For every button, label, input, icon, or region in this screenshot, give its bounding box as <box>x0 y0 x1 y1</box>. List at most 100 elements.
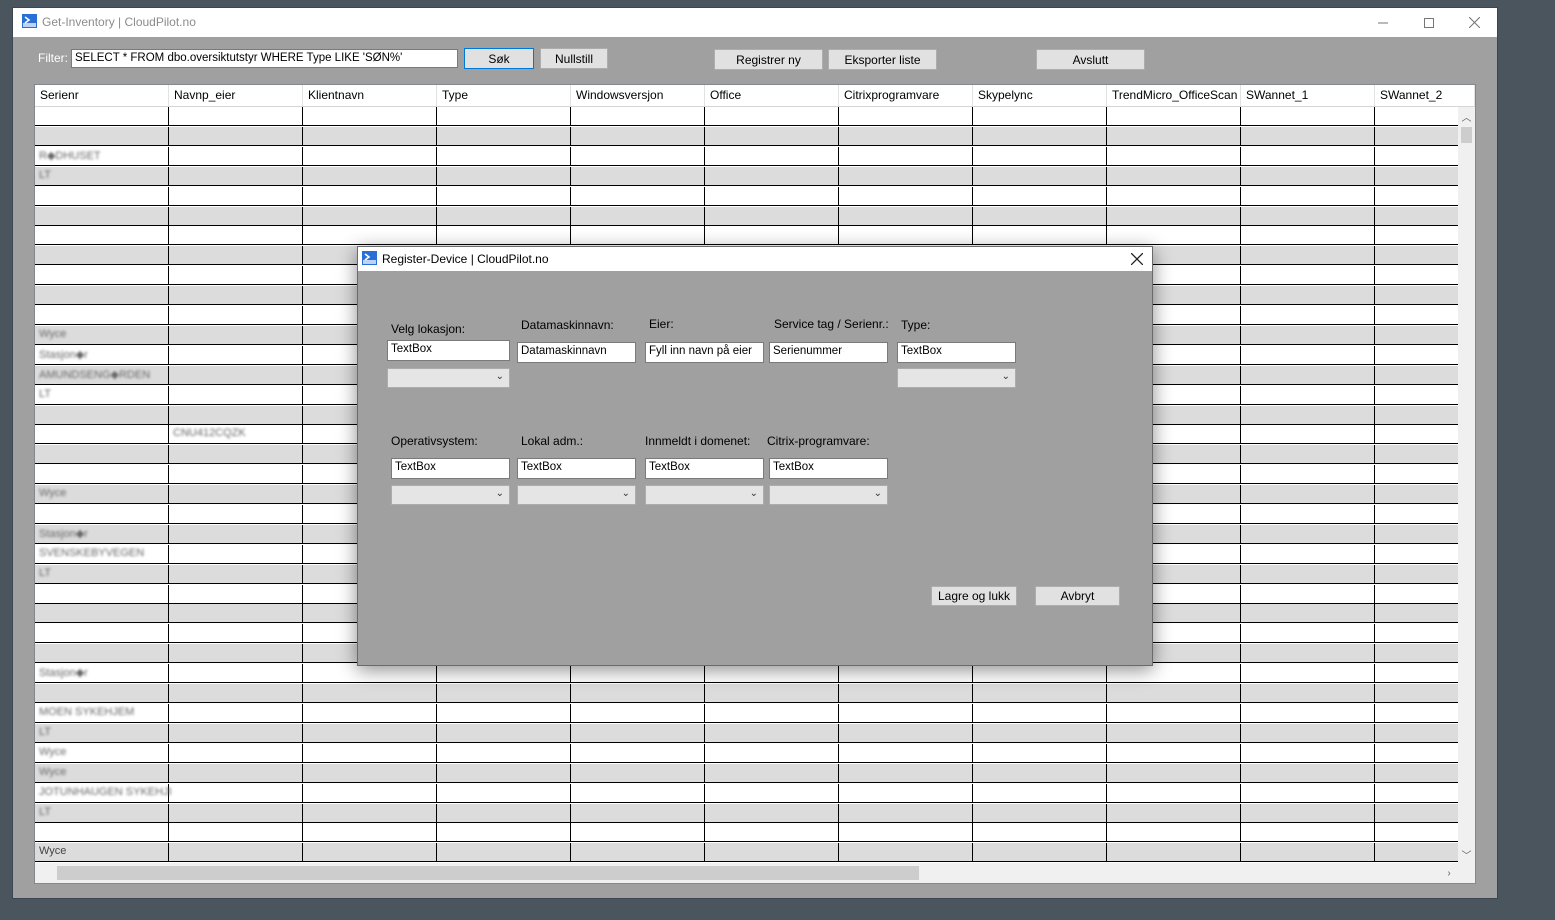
table-cell[interactable] <box>35 187 169 206</box>
type-input[interactable]: TextBox <box>897 342 1016 363</box>
table-row[interactable]: LT <box>35 167 1458 186</box>
table-cell[interactable] <box>1375 286 1458 305</box>
table-cell[interactable] <box>839 764 973 783</box>
table-row[interactable]: Wyce <box>35 764 1458 783</box>
table-cell[interactable] <box>705 664 839 683</box>
table-row[interactable]: JOTUNHAUGEN SYKEHJI <box>35 784 1458 803</box>
table-cell[interactable] <box>169 107 303 126</box>
table-cell[interactable] <box>1375 226 1458 245</box>
table-cell[interactable] <box>1241 585 1375 604</box>
table-cell[interactable] <box>1241 604 1375 623</box>
table-cell[interactable]: LT <box>35 565 169 584</box>
table-cell[interactable] <box>1107 207 1241 226</box>
table-cell[interactable] <box>1375 445 1458 464</box>
table-cell[interactable] <box>839 823 973 842</box>
table-cell[interactable] <box>437 167 571 186</box>
table-cell[interactable] <box>1241 167 1375 186</box>
vertical-scroll-thumb[interactable] <box>1461 127 1472 143</box>
table-cell[interactable] <box>1241 286 1375 305</box>
table-row[interactable] <box>35 127 1458 146</box>
table-cell[interactable]: MOEN SYKEHJEM <box>35 704 169 723</box>
table-cell[interactable] <box>303 107 437 126</box>
vertical-scrollbar[interactable]: ︿ ﹀ <box>1458 107 1475 863</box>
column-header[interactable]: TrendMicro_OfficeScan <box>1107 85 1241 107</box>
table-cell[interactable] <box>1241 485 1375 504</box>
table-cell[interactable] <box>1107 226 1241 245</box>
table-cell[interactable] <box>35 465 169 484</box>
owner-input[interactable]: Fyll inn navn på eier <box>645 342 764 363</box>
table-cell[interactable] <box>705 167 839 186</box>
table-cell[interactable] <box>1241 843 1375 862</box>
table-cell[interactable] <box>437 804 571 823</box>
table-cell[interactable] <box>303 784 437 803</box>
table-cell[interactable] <box>169 804 303 823</box>
export-list-button[interactable]: Eksporter liste <box>828 49 937 70</box>
table-cell[interactable] <box>571 784 705 803</box>
serial-number-input[interactable]: Serienummer <box>769 342 888 363</box>
table-cell[interactable] <box>1241 784 1375 803</box>
table-cell[interactable] <box>839 207 973 226</box>
table-cell[interactable] <box>973 226 1107 245</box>
table-cell[interactable] <box>705 744 839 763</box>
table-cell[interactable] <box>35 207 169 226</box>
table-cell[interactable] <box>169 207 303 226</box>
table-cell[interactable] <box>1241 505 1375 524</box>
table-cell[interactable] <box>973 684 1107 703</box>
table-cell[interactable] <box>973 724 1107 743</box>
table-cell[interactable] <box>1107 764 1241 783</box>
type-dropdown[interactable]: ⌄ <box>897 368 1016 388</box>
table-cell[interactable] <box>169 704 303 723</box>
table-cell[interactable] <box>571 843 705 862</box>
dialog-close-button[interactable] <box>1122 247 1152 271</box>
table-cell[interactable] <box>1107 127 1241 146</box>
table-cell[interactable] <box>169 784 303 803</box>
table-cell[interactable]: R◆DHUSET <box>35 147 169 166</box>
table-cell[interactable] <box>303 226 437 245</box>
table-cell[interactable] <box>437 764 571 783</box>
table-cell[interactable] <box>1241 684 1375 703</box>
table-cell[interactable] <box>1107 724 1241 743</box>
table-cell[interactable] <box>1107 167 1241 186</box>
table-cell[interactable] <box>1375 246 1458 265</box>
table-cell[interactable] <box>839 804 973 823</box>
table-cell[interactable] <box>705 684 839 703</box>
table-cell[interactable] <box>303 684 437 703</box>
table-cell[interactable] <box>1375 147 1458 166</box>
table-cell[interactable] <box>1241 306 1375 325</box>
table-cell[interactable] <box>839 784 973 803</box>
table-cell[interactable] <box>35 226 169 245</box>
table-cell[interactable] <box>973 823 1107 842</box>
table-cell[interactable] <box>1375 525 1458 544</box>
table-cell[interactable] <box>1241 366 1375 385</box>
table-cell[interactable]: LT <box>35 804 169 823</box>
table-cell[interactable] <box>1241 246 1375 265</box>
table-cell[interactable] <box>839 187 973 206</box>
table-cell[interactable] <box>169 664 303 683</box>
table-cell[interactable] <box>1241 425 1375 444</box>
table-cell[interactable] <box>1107 784 1241 803</box>
table-cell[interactable] <box>571 764 705 783</box>
table-cell[interactable] <box>1107 744 1241 763</box>
table-cell[interactable] <box>1241 107 1375 126</box>
table-cell[interactable] <box>571 684 705 703</box>
table-cell[interactable] <box>1107 107 1241 126</box>
table-cell[interactable] <box>303 127 437 146</box>
local-admin-dropdown[interactable]: ⌄ <box>517 485 636 505</box>
cancel-button[interactable]: Avbryt <box>1035 586 1120 606</box>
table-cell[interactable] <box>35 684 169 703</box>
computer-name-input[interactable]: Datamaskinnavn <box>517 342 636 363</box>
table-cell[interactable] <box>1375 624 1458 643</box>
table-cell[interactable] <box>1375 664 1458 683</box>
table-cell[interactable] <box>1241 644 1375 663</box>
table-cell[interactable] <box>169 445 303 464</box>
table-cell[interactable] <box>437 187 571 206</box>
table-cell[interactable] <box>839 147 973 166</box>
location-input[interactable]: TextBox <box>387 340 510 361</box>
table-cell[interactable] <box>35 246 169 265</box>
table-cell[interactable] <box>1375 485 1458 504</box>
table-cell[interactable] <box>1241 226 1375 245</box>
table-cell[interactable] <box>705 704 839 723</box>
table-row[interactable]: Wyce <box>35 744 1458 763</box>
table-row[interactable] <box>35 823 1458 842</box>
table-cell[interactable] <box>35 604 169 623</box>
